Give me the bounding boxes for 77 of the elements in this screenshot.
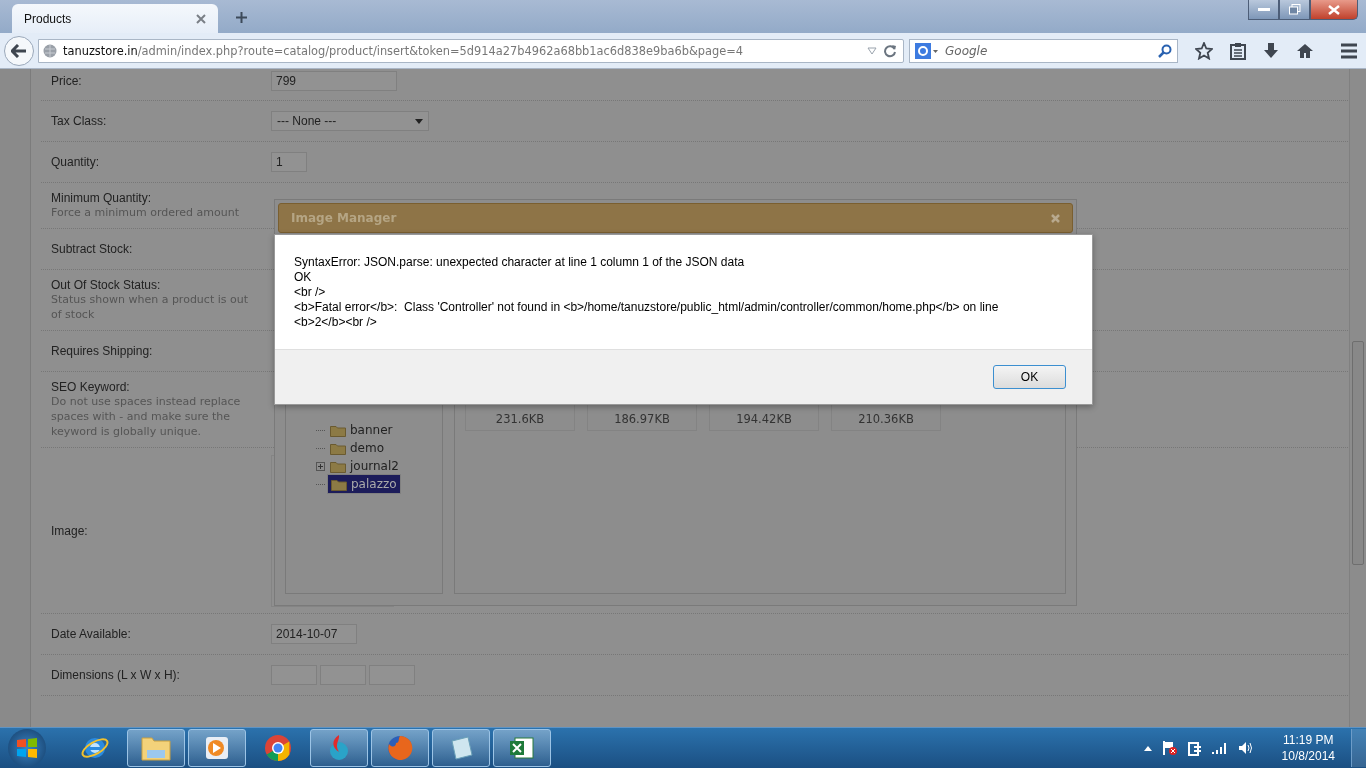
field-label: Requires Shipping: xyxy=(51,344,154,358)
windows-logo-icon xyxy=(16,737,38,759)
minimize-icon xyxy=(1257,7,1270,12)
field-label: Price: xyxy=(51,73,83,88)
search-engine-icon[interactable] xyxy=(915,42,939,59)
clock[interactable]: 11:19 PM 10/8/2014 xyxy=(1281,732,1335,764)
url-text: tanuzstore.in/admin/index.php?route=catalog/product/insert&token=5d914a27b4962a68bb1ac6d838e9ba6b&page=4 xyxy=(63,43,745,58)
field-label: Quantity: xyxy=(51,155,101,169)
field-label: Tax Class: xyxy=(51,114,108,128)
ok-button[interactable]: OK xyxy=(993,365,1066,389)
caret-icon xyxy=(415,118,423,124)
clock-time: 11:19 PM xyxy=(1283,732,1334,748)
clock-date: 10/8/2014 xyxy=(1281,748,1335,764)
reload-icon[interactable] xyxy=(883,43,897,58)
address-bar[interactable]: tanuzstore.in/admin/index.php?route=catalog/product/insert&token=5d914a27b4962a68bb1ac6d838e9ba6b&page=4 xyxy=(38,38,904,63)
field-label: Image: xyxy=(51,523,89,538)
select-field[interactable]: --- None --- xyxy=(271,111,429,131)
close-icon[interactable] xyxy=(196,13,206,24)
taskbar-app[interactable] xyxy=(127,729,185,767)
maximize-button[interactable] xyxy=(1279,0,1310,20)
folder-item[interactable]: palazzo xyxy=(327,474,401,494)
firefox-like-icon xyxy=(386,734,414,762)
text-field[interactable]: 799 xyxy=(271,70,397,91)
folder-item[interactable]: banner xyxy=(327,422,396,438)
field-label: Date Available: xyxy=(51,627,132,641)
field-label: SEO Keyword: xyxy=(51,380,131,394)
alert-message-line: <b>Fatal error</b>: Class 'Controller' not found in <b>/home/tanuzstore/public_html/admin/controller/common/home.php</b> on line xyxy=(294,300,1000,315)
close-button[interactable] xyxy=(1310,0,1358,20)
home-icon[interactable] xyxy=(1296,42,1314,59)
play-icon xyxy=(204,735,230,761)
browser-tab[interactable]: Products xyxy=(12,4,218,33)
plus-icon[interactable] xyxy=(236,12,247,23)
folder-item[interactable]: journal2 xyxy=(327,458,402,474)
field-label: Out Of Stock Status: xyxy=(51,278,162,292)
minimize-button[interactable] xyxy=(1248,0,1279,20)
dialog-title: Image Manager xyxy=(291,211,397,225)
download-icon[interactable] xyxy=(1263,41,1279,60)
field-label: Minimum Quantity: xyxy=(51,191,153,205)
field-hint: Force a minimum ordered amount xyxy=(51,205,240,220)
folder-icon xyxy=(330,423,346,437)
field-label: Subtract Stock: xyxy=(51,242,134,256)
text-field[interactable]: 2014-10-07 xyxy=(271,624,357,644)
search-field[interactable]: Google xyxy=(909,38,1178,63)
taskbar-app[interactable] xyxy=(371,729,429,767)
taskbar-app[interactable] xyxy=(432,729,490,767)
folder-item[interactable]: demo xyxy=(327,440,388,456)
close-icon xyxy=(1328,4,1340,15)
back-arrow-icon xyxy=(11,43,27,58)
taskbar-app[interactable] xyxy=(310,729,368,767)
clipboard-icon[interactable] xyxy=(1230,41,1246,60)
search-icon[interactable] xyxy=(1158,43,1172,58)
signal-icon[interactable] xyxy=(1211,742,1228,754)
menu-icon[interactable] xyxy=(1340,42,1358,59)
chrome-like-icon xyxy=(264,734,292,762)
alert-message-line: <b>2</b><br /> xyxy=(294,315,378,330)
folder-icon xyxy=(141,735,171,761)
folder-icon xyxy=(330,441,346,455)
alert-message-line: OK xyxy=(294,270,313,285)
flag-icon[interactable] xyxy=(1161,740,1178,756)
text-field[interactable]: 1 xyxy=(271,152,307,172)
tab-title: Products xyxy=(24,11,72,26)
restore-icon xyxy=(1288,4,1301,15)
scrollbar-thumb[interactable] xyxy=(1352,341,1364,565)
taskbar-app[interactable] xyxy=(493,729,551,767)
back-button[interactable] xyxy=(4,35,34,66)
alert-message-line: SyntaxError: JSON.parse: unexpected character at line 1 column 1 of the JSON data xyxy=(294,255,746,270)
expand-icon[interactable] xyxy=(316,461,325,471)
star-icon[interactable] xyxy=(1195,41,1213,60)
taskbar-app[interactable] xyxy=(188,729,246,767)
spreadsheet-icon xyxy=(509,735,535,761)
field-label: Dimensions (L x W x H): xyxy=(51,668,181,682)
speaker-icon[interactable] xyxy=(1237,741,1254,755)
scrollbar[interactable] xyxy=(1349,69,1366,727)
up-arrow-icon[interactable] xyxy=(1143,745,1152,751)
start-button[interactable] xyxy=(8,729,46,767)
folder-icon xyxy=(331,477,347,491)
alert-message-line: <br /> xyxy=(294,285,327,300)
